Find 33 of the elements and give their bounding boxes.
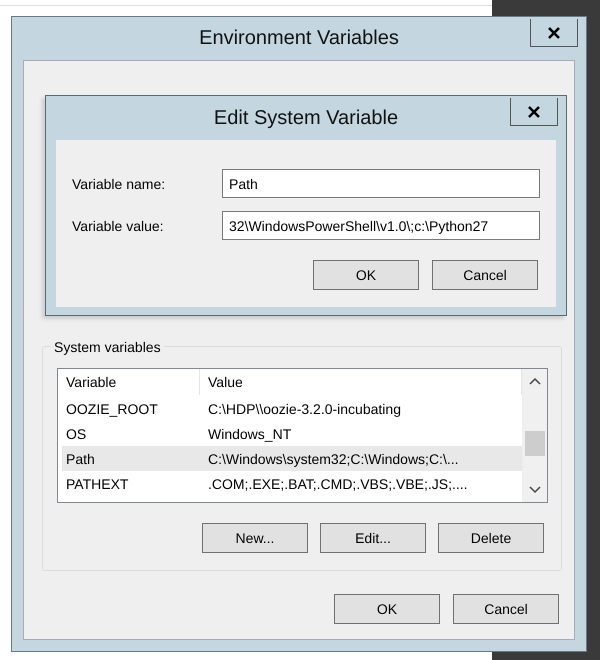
variable-row[interactable]: PATHEXT .COM;.EXE;.BAT;.CMD;.VBS;.VBE;.JS;....	[62, 471, 522, 496]
scrollbar[interactable]	[522, 369, 547, 502]
variable-row[interactable]: OS Windows_NT	[62, 421, 522, 446]
variable-name: OS	[65, 426, 88, 442]
edit-button[interactable]: Edit...	[320, 523, 426, 553]
ok-button[interactable]: OK	[334, 594, 440, 624]
cancel-button[interactable]: Cancel	[453, 594, 559, 624]
field-label: Variable value:	[72, 218, 165, 234]
scroll-thumb[interactable]	[525, 431, 545, 456]
variable-name: Path	[65, 450, 96, 466]
variable-value: C:\HDP\\oozie-3.2.0-incubating	[207, 400, 402, 416]
new-button[interactable]: New...	[202, 523, 308, 553]
ok-button[interactable]: OK	[313, 260, 419, 290]
dialog-title: Environment Variables	[199, 27, 399, 50]
variable-row[interactable]: OOZIE_ROOT C:\HDP\\oozie-3.2.0-incubating	[62, 396, 522, 421]
variable-value: .COM;.EXE;.BAT;.CMD;.VBS;.VBE;.JS;....	[207, 476, 469, 492]
input-field[interactable]: Path	[222, 169, 540, 198]
close-icon	[528, 106, 540, 118]
close-icon	[548, 26, 560, 38]
dialog-title: Edit System Variable	[214, 106, 398, 130]
delete-button[interactable]: Delete	[438, 523, 544, 553]
field-label: Variable name:	[72, 176, 166, 192]
variable-row[interactable]: Path C:\Windows\system32;C:\Windows;C:\...	[62, 446, 522, 471]
input-field[interactable]: 32\WindowsPowerShell\v1.0\;c:\Python27	[222, 211, 540, 240]
group-title: System variables	[51, 339, 164, 355]
variable-name: OOZIE_ROOT	[65, 400, 159, 416]
cancel-button[interactable]: Cancel	[432, 260, 538, 290]
variable-value: Windows_NT	[207, 426, 292, 442]
variable-name: PATHEXT	[65, 476, 130, 492]
column-header[interactable]: Variable	[58, 369, 200, 395]
close-button[interactable]	[510, 98, 558, 126]
variable-value: C:\Windows\system32;C:\Windows;C:\...	[207, 450, 460, 466]
close-button[interactable]	[530, 19, 578, 47]
